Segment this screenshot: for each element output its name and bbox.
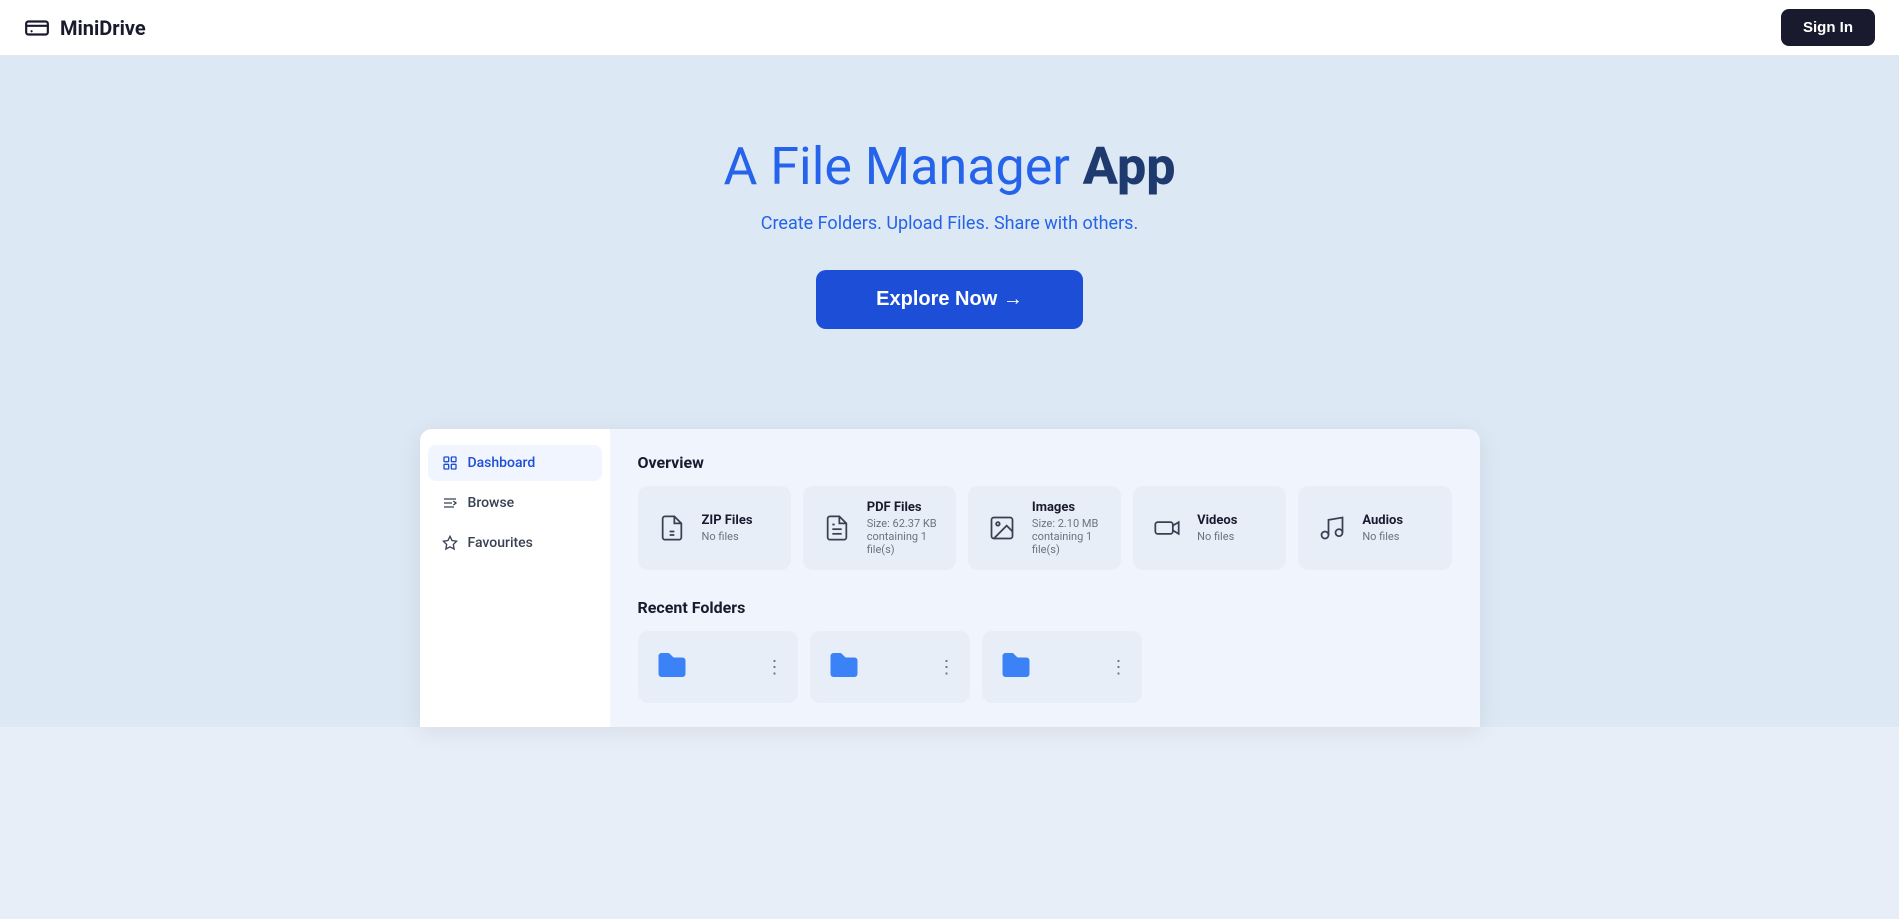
pdf-info: PDF Files Size: 62.37 KB containing 1 fi… [867,500,940,556]
zip-subtitle: No files [702,530,753,543]
hero-title-part1: A File Manager [723,136,1082,197]
app-window: Dashboard Browse Favourites [420,429,1480,727]
brand: MiniDrive [24,15,146,41]
brand-name: MiniDrive [60,16,146,40]
sidebar-item-browse[interactable]: Browse [428,485,602,521]
overview-cards: ZIP Files No files [638,486,1452,570]
images-title: Images [1032,500,1105,515]
audio-icon [1314,510,1350,546]
recent-folders-title: Recent Folders [638,598,1452,617]
folder-more-icon-3[interactable]: ⋮ [1110,657,1128,678]
hero-section: A File Manager App Create Folders. Uploa… [0,56,1899,389]
sidebar-item-favourites[interactable]: Favourites [428,525,602,561]
sidebar: Dashboard Browse Favourites [420,429,610,727]
folder-icon-1 [652,647,692,687]
folder-icon-3 [996,647,1036,687]
zip-title: ZIP Files [702,513,753,528]
hero-title: A File Manager App [0,136,1899,197]
explore-now-button[interactable]: Explore Now → [816,270,1083,329]
zip-icon [654,510,690,546]
navbar: MiniDrive Sign In [0,0,1899,56]
folder-cards: ⋮ ⋮ [638,631,1452,703]
overview-card-pdf[interactable]: PDF Files Size: 62.37 KB containing 1 fi… [803,486,956,570]
overview-card-audios[interactable]: Audios No files [1298,486,1451,570]
audios-subtitle: No files [1362,530,1403,543]
folder-icon-2 [824,647,864,687]
video-icon [1149,510,1185,546]
folder-more-icon-1[interactable]: ⋮ [766,657,784,678]
hero-subtitle: Create Folders. Upload Files. Share with… [0,213,1899,234]
videos-info: Videos No files [1197,513,1237,543]
dashboard-icon [442,455,458,471]
sidebar-label-dashboard: Dashboard [468,455,536,471]
sidebar-item-dashboard[interactable]: Dashboard [428,445,602,481]
sidebar-label-favourites: Favourites [468,535,533,551]
overview-title: Overview [638,453,1452,472]
browse-icon [442,495,458,511]
pdf-title: PDF Files [867,500,940,515]
overview-card-videos[interactable]: Videos No files [1133,486,1286,570]
app-preview: Dashboard Browse Favourites [0,389,1899,727]
folder-card-1[interactable]: ⋮ [638,631,798,703]
audios-info: Audios No files [1362,513,1403,543]
star-icon [442,535,458,551]
main-content: Overview [610,429,1480,727]
drive-icon [24,15,50,41]
folder-more-icon-2[interactable]: ⋮ [938,657,956,678]
videos-subtitle: No files [1197,530,1237,543]
image-icon [984,510,1020,546]
images-info: Images Size: 2.10 MB containing 1 file(s… [1032,500,1105,556]
folder-card-3[interactable]: ⋮ [982,631,1142,703]
zip-info: ZIP Files No files [702,513,753,543]
pdf-subtitle: Size: 62.37 KB containing 1 file(s) [867,517,940,556]
recent-folders-section: Recent Folders ⋮ [638,598,1452,703]
overview-card-images[interactable]: Images Size: 2.10 MB containing 1 file(s… [968,486,1121,570]
sidebar-label-browse: Browse [468,495,515,511]
audios-title: Audios [1362,513,1403,528]
images-subtitle: Size: 2.10 MB containing 1 file(s) [1032,517,1105,556]
pdf-icon [819,510,855,546]
signin-button[interactable]: Sign In [1781,9,1875,46]
overview-card-zip[interactable]: ZIP Files No files [638,486,791,570]
hero-title-part2: App [1083,136,1176,197]
folder-card-2[interactable]: ⋮ [810,631,970,703]
videos-title: Videos [1197,513,1237,528]
overview-section: Overview [638,453,1452,570]
